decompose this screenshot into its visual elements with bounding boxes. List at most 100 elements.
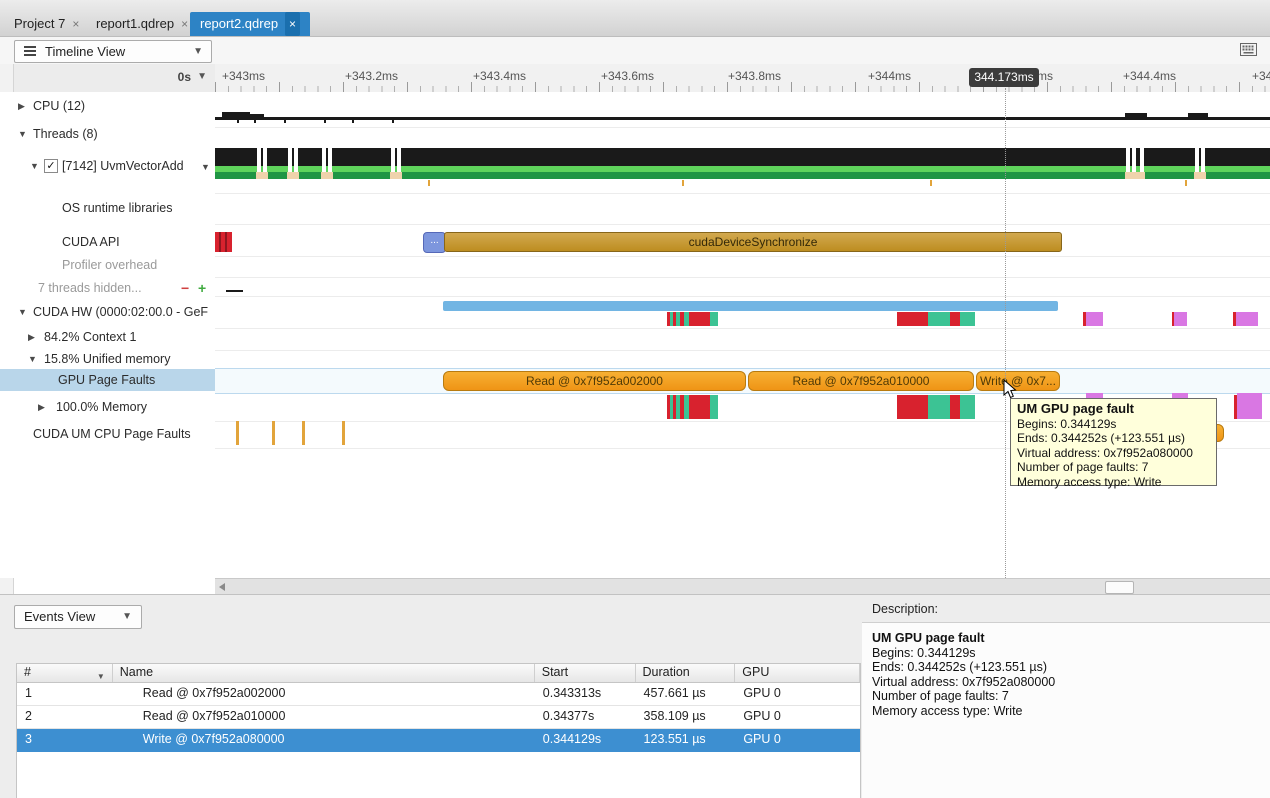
memory-transfer[interactable] (950, 395, 960, 419)
cell-start: 0.34377s (535, 706, 636, 728)
chevron-down-icon[interactable]: ▼ (30, 157, 39, 175)
memory-op[interactable] (897, 312, 928, 326)
tree-row-cuda-hw[interactable]: ▼ CUDA HW (0000:02:00.0 - GeF (0, 303, 215, 321)
column-header-name[interactable]: Name (113, 664, 535, 682)
keyboard-shortcuts-icon[interactable] (1240, 43, 1257, 59)
chevron-down-icon[interactable]: ▼ (18, 125, 27, 143)
column-header-gpu[interactable]: GPU (735, 664, 860, 682)
memory-op[interactable] (1174, 312, 1187, 326)
memory-op[interactable] (928, 312, 950, 326)
thread-gap-marker (321, 172, 333, 179)
cuda-api-sync-bar[interactable]: cudaDeviceSynchronize (444, 232, 1062, 252)
row-separator (215, 350, 1270, 351)
tree-row-cuda-api[interactable]: CUDA API (0, 233, 215, 251)
chevron-right-icon[interactable]: ▶ (28, 328, 35, 346)
sort-descending-icon[interactable]: ▼ (97, 668, 105, 685)
tree-row-profiler-overhead[interactable]: Profiler overhead (0, 256, 215, 274)
chevron-down-icon[interactable]: ▼ (201, 158, 210, 176)
cell-gpu: GPU 0 (735, 683, 860, 705)
close-icon[interactable]: × (181, 12, 188, 36)
description-title: UM GPU page fault (872, 631, 1270, 646)
description-line: Ends: 0.344252s (+123.551 µs) (872, 660, 1270, 675)
memory-op[interactable] (960, 312, 975, 326)
timeline-canvas[interactable]: ... cudaDeviceSynchronize Read @ 0x7f952… (215, 92, 1270, 578)
tree-row-threads[interactable]: ▼ Threads (8) (0, 125, 215, 143)
cpu-utilization-notch (324, 120, 326, 123)
tab-project[interactable]: Project 7× (14, 12, 79, 36)
tree-row-process[interactable]: ▼ ✓ [7142] UvmVectorAdd ▼ (0, 157, 215, 175)
cpu-utilization-bump (222, 112, 250, 120)
table-row-selected[interactable]: 3 Write @ 0x7f952a080000 0.344129s 123.5… (17, 729, 860, 752)
memory-transfer[interactable] (897, 395, 928, 419)
events-view-dropdown[interactable]: Events View ▼ (14, 605, 142, 629)
tree-row-um-cpu-page-faults[interactable]: CUDA UM CPU Page Faults (0, 425, 215, 443)
cpu-utilization-line (215, 117, 1270, 120)
memory-op[interactable] (710, 312, 718, 326)
checkbox-checked[interactable]: ✓ (44, 159, 58, 173)
cpu-page-fault-marker[interactable] (302, 421, 305, 445)
memory-transfer[interactable] (960, 395, 975, 419)
tree-row-unified-memory[interactable]: ▼ 15.8% Unified memory (0, 350, 215, 368)
timeline-view-label: Timeline View (45, 41, 125, 62)
gpu-page-fault-bar[interactable]: Write @ 0x7... (976, 371, 1060, 391)
tree-row-context1[interactable]: ▶ 84.2% Context 1 (0, 328, 215, 346)
tab-report1[interactable]: report1.qdrep× (96, 12, 188, 36)
gpu-page-fault-bar[interactable]: Read @ 0x7f952a002000 (443, 371, 746, 391)
memory-op[interactable] (1086, 312, 1103, 326)
cuda-api-call-bar[interactable] (215, 232, 232, 252)
cpu-page-fault-marker[interactable] (342, 421, 345, 445)
chevron-down-icon[interactable]: ▼ (28, 350, 37, 368)
memory-op[interactable] (950, 312, 960, 326)
table-row[interactable]: 1 Read @ 0x7f952a002000 0.343313s 457.66… (17, 683, 860, 706)
thread-gap (1195, 148, 1199, 172)
column-header-duration[interactable]: Duration (636, 664, 736, 682)
ruler-origin-cell[interactable]: 0s ▼ (0, 64, 216, 93)
timeline-ruler[interactable]: +343ms +343.2ms +343.4ms +343.6ms +343.8… (215, 64, 1270, 93)
row-separator (215, 224, 1270, 225)
add-row-button[interactable]: + (198, 279, 206, 297)
memory-transfer[interactable] (928, 395, 950, 419)
tree-row-os-runtime[interactable]: OS runtime libraries (0, 199, 215, 217)
column-header-num[interactable]: #▼ (17, 664, 113, 682)
memory-transfer[interactable] (710, 395, 718, 419)
scroll-left-arrow-icon[interactable] (219, 583, 225, 591)
close-icon[interactable]: × (285, 12, 300, 36)
chevron-right-icon[interactable]: ▶ (38, 398, 45, 416)
tab-report2-active[interactable]: report2.qdrep× (190, 12, 310, 36)
ruler-tick-label: +343.4ms (473, 69, 526, 83)
thread-gap (1201, 148, 1205, 172)
chevron-down-icon[interactable]: ▼ (18, 303, 27, 321)
memory-transfer[interactable] (1237, 393, 1262, 419)
thread-gap (1126, 148, 1130, 172)
tree-row-threads-hidden[interactable]: 7 threads hidden... − + (0, 279, 215, 297)
tree-row-gpu-page-faults[interactable]: GPU Page Faults (0, 371, 215, 389)
chevron-down-icon: ▼ (122, 606, 132, 628)
thread-gap (288, 148, 292, 172)
tree-row-cpu[interactable]: ▶ CPU (12) (0, 97, 215, 115)
memory-transfer[interactable] (689, 395, 710, 419)
tree-label: CUDA UM CPU Page Faults (33, 425, 191, 443)
cuda-api-collapsed-chip[interactable]: ... (423, 232, 446, 253)
table-row[interactable]: 2 Read @ 0x7f952a010000 0.34377s 358.109… (17, 706, 860, 729)
timeline-scrollbar[interactable] (215, 578, 1270, 595)
memory-op[interactable] (689, 312, 710, 326)
view-toolbar: Timeline View ▼ (0, 37, 1270, 65)
cell-num: 3 (17, 729, 113, 751)
thread-gap (397, 148, 401, 172)
cursor-time-badge: 344.173ms (969, 68, 1039, 87)
tree-row-memory[interactable]: ▶ 100.0% Memory (0, 398, 215, 416)
cpu-page-fault-marker[interactable] (272, 421, 275, 445)
column-header-start[interactable]: Start (535, 664, 636, 682)
chevron-right-icon[interactable]: ▶ (18, 97, 25, 115)
cpu-page-fault-marker[interactable] (236, 421, 239, 445)
remove-row-button[interactable]: − (181, 279, 189, 297)
cuda-kernel-bar[interactable] (443, 301, 1058, 311)
gpu-page-fault-bar[interactable]: Read @ 0x7f952a010000 (748, 371, 974, 391)
memory-op[interactable] (1236, 312, 1258, 326)
close-icon[interactable]: × (72, 12, 79, 36)
scrollbar-thumb[interactable] (1105, 581, 1134, 594)
cell-name: Write @ 0x7f952a080000 (113, 729, 535, 751)
thread-state-bar[interactable] (215, 148, 1270, 166)
row-separator (215, 393, 1270, 394)
timeline-view-dropdown[interactable]: Timeline View ▼ (14, 40, 212, 63)
